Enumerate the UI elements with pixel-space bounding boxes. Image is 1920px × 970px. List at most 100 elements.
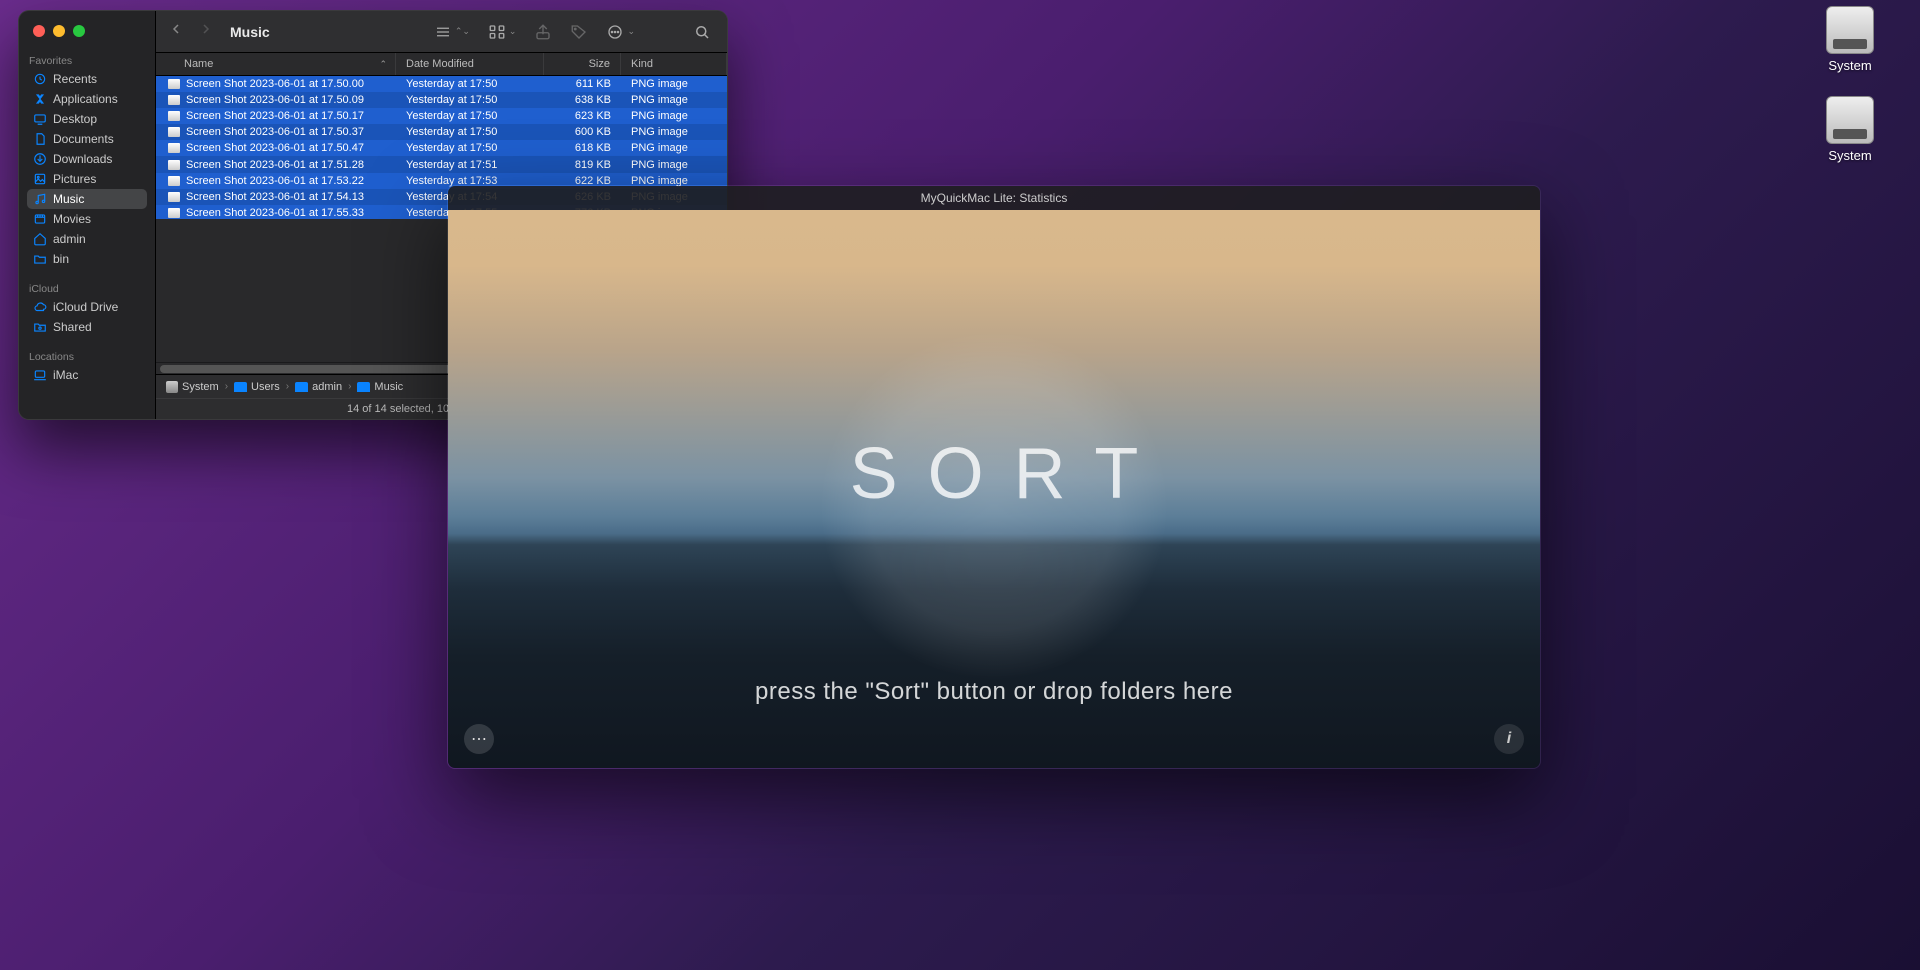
image-file-icon — [168, 111, 180, 121]
file-size: 638 KB — [575, 94, 611, 106]
sort-button[interactable]: SORT — [820, 433, 1169, 515]
chevron-right-icon: › — [348, 381, 351, 392]
column-size[interactable]: Size — [544, 53, 621, 75]
tag-button[interactable] — [566, 19, 592, 45]
sidebar-item-label: iMac — [53, 368, 78, 382]
sidebar-item-music[interactable]: Music — [27, 189, 147, 209]
image-file-icon — [168, 192, 180, 202]
sidebar-item-label: Shared — [53, 320, 92, 334]
sidebar-item-movies[interactable]: Movies — [27, 209, 147, 229]
sidebar-item-label: Applications — [53, 92, 118, 106]
hdd-icon — [1826, 6, 1874, 54]
file-size: 600 KB — [575, 126, 611, 138]
sidebar-item-admin[interactable]: admin — [27, 229, 147, 249]
file-date: Yesterday at 17:50 — [406, 142, 497, 154]
path-label: Users — [251, 381, 280, 393]
sidebar-item-applications[interactable]: Applications — [27, 89, 147, 109]
file-row[interactable]: Screen Shot 2023-06-01 at 17.50.09 Yester… — [156, 92, 727, 108]
file-date: Yesterday at 17:51 — [406, 159, 497, 171]
window-title: Music — [230, 24, 270, 40]
sidebar-item-shared[interactable]: Shared — [27, 317, 147, 337]
desktop-drive[interactable]: System — [1810, 6, 1890, 73]
sidebar-item-pictures[interactable]: Pictures — [27, 169, 147, 189]
sidebar-item-downloads[interactable]: Downloads — [27, 149, 147, 169]
file-size: 623 KB — [575, 110, 611, 122]
info-button[interactable]: i — [1494, 724, 1524, 754]
image-file-icon — [168, 143, 180, 153]
path-label: Music — [374, 381, 403, 393]
file-kind: PNG image — [631, 159, 688, 171]
search-button[interactable] — [689, 19, 715, 45]
finder-toolbar: Music ⌃⌄ ⌄ ⌄ — [156, 11, 727, 53]
file-row[interactable]: Screen Shot 2023-06-01 at 17.50.37Yester… — [156, 124, 727, 140]
file-name: Screen Shot 2023-06-01 at 17.54.13 — [186, 191, 364, 203]
file-row[interactable]: Screen Shot 2023-06-01 at 17.50.00Yester… — [156, 76, 727, 92]
sidebar-item-label: bin — [53, 252, 69, 266]
file-row[interactable]: Screen Shot 2023-06-01 at 17.50.17Yester… — [156, 108, 727, 124]
shared-icon — [33, 320, 47, 334]
drive-label: System — [1828, 148, 1871, 163]
column-name[interactable]: Name ⌃ — [156, 53, 396, 75]
sidebar-item-label: Desktop — [53, 112, 97, 126]
file-row[interactable]: Screen Shot 2023-06-01 at 17.50.47Yester… — [156, 140, 727, 156]
doc-icon — [33, 132, 47, 146]
action-menu-button[interactable]: ⌄ — [602, 19, 639, 45]
file-date: Yesterday at 17:50 — [406, 110, 497, 122]
mqm-window-title: MyQuickMac Lite: Statistics — [448, 186, 1540, 210]
sidebar-item-icloud-drive[interactable]: iCloud Drive — [27, 297, 147, 317]
image-file-icon — [168, 127, 180, 137]
file-row[interactable]: Screen Shot 2023-06-01 at 17.51.28 Yester… — [156, 156, 727, 172]
sidebar-item-label: Movies — [53, 212, 91, 226]
sidebar-item-label: Documents — [53, 132, 114, 146]
more-button[interactable]: ⋯ — [464, 724, 494, 754]
sidebar-section-header: Locations — [27, 347, 147, 365]
chevron-down-icon: ⌄ — [509, 26, 517, 37]
nav-back-button[interactable] — [168, 21, 184, 42]
nav-forward-button[interactable] — [198, 21, 214, 42]
folder-icon — [357, 382, 370, 392]
file-name: Screen Shot 2023-06-01 at 17.50.09 — [186, 94, 364, 106]
movie-icon — [33, 212, 47, 226]
file-size: 819 KB — [575, 159, 611, 171]
sidebar-item-documents[interactable]: Documents — [27, 129, 147, 149]
sidebar-item-recents[interactable]: Recents — [27, 69, 147, 89]
column-kind[interactable]: Kind — [621, 53, 727, 75]
group-button[interactable]: ⌄ — [484, 19, 521, 45]
view-list-button[interactable]: ⌃⌄ — [430, 19, 474, 45]
window-controls — [33, 25, 85, 37]
sidebar-item-label: Music — [53, 192, 84, 206]
column-headers: Name ⌃ Date Modified Size Kind — [156, 53, 727, 76]
image-file-icon — [168, 95, 180, 105]
file-size: 618 KB — [575, 142, 611, 154]
minimize-button[interactable] — [53, 25, 65, 37]
sidebar-item-desktop[interactable]: Desktop — [27, 109, 147, 129]
close-button[interactable] — [33, 25, 45, 37]
desktop-drive[interactable]: System — [1810, 96, 1890, 163]
chevron-down-icon: ⌄ — [627, 26, 635, 37]
path-segment[interactable]: System — [166, 381, 219, 393]
sidebar-item-bin[interactable]: bin — [27, 249, 147, 269]
sidebar-item-label: admin — [53, 232, 86, 246]
share-button[interactable] — [530, 19, 556, 45]
file-name: Screen Shot 2023-06-01 at 17.50.37 — [186, 126, 364, 138]
path-segment[interactable]: admin — [295, 381, 342, 393]
apps-icon — [33, 92, 47, 106]
mqm-body[interactable]: SORT press the "Sort" button or drop fol… — [448, 210, 1540, 768]
sidebar-item-label: Recents — [53, 72, 97, 86]
chevron-updown-icon: ⌃⌄ — [455, 26, 470, 37]
path-label: admin — [312, 381, 342, 393]
folder-icon — [234, 382, 247, 392]
zoom-button[interactable] — [73, 25, 85, 37]
file-date: Yesterday at 17:50 — [406, 94, 497, 106]
chevron-right-icon: › — [225, 381, 228, 392]
file-kind: PNG image — [631, 94, 688, 106]
sidebar-section-header: Favorites — [27, 51, 147, 69]
file-kind: PNG image — [631, 110, 688, 122]
path-segment[interactable]: Users — [234, 381, 280, 393]
music-icon — [33, 192, 47, 206]
path-segment[interactable]: Music — [357, 381, 403, 393]
computer-icon — [33, 368, 47, 382]
sidebar-item-imac[interactable]: iMac — [27, 365, 147, 385]
file-name: Screen Shot 2023-06-01 at 17.51.28 — [186, 159, 364, 171]
column-date[interactable]: Date Modified — [396, 53, 544, 75]
